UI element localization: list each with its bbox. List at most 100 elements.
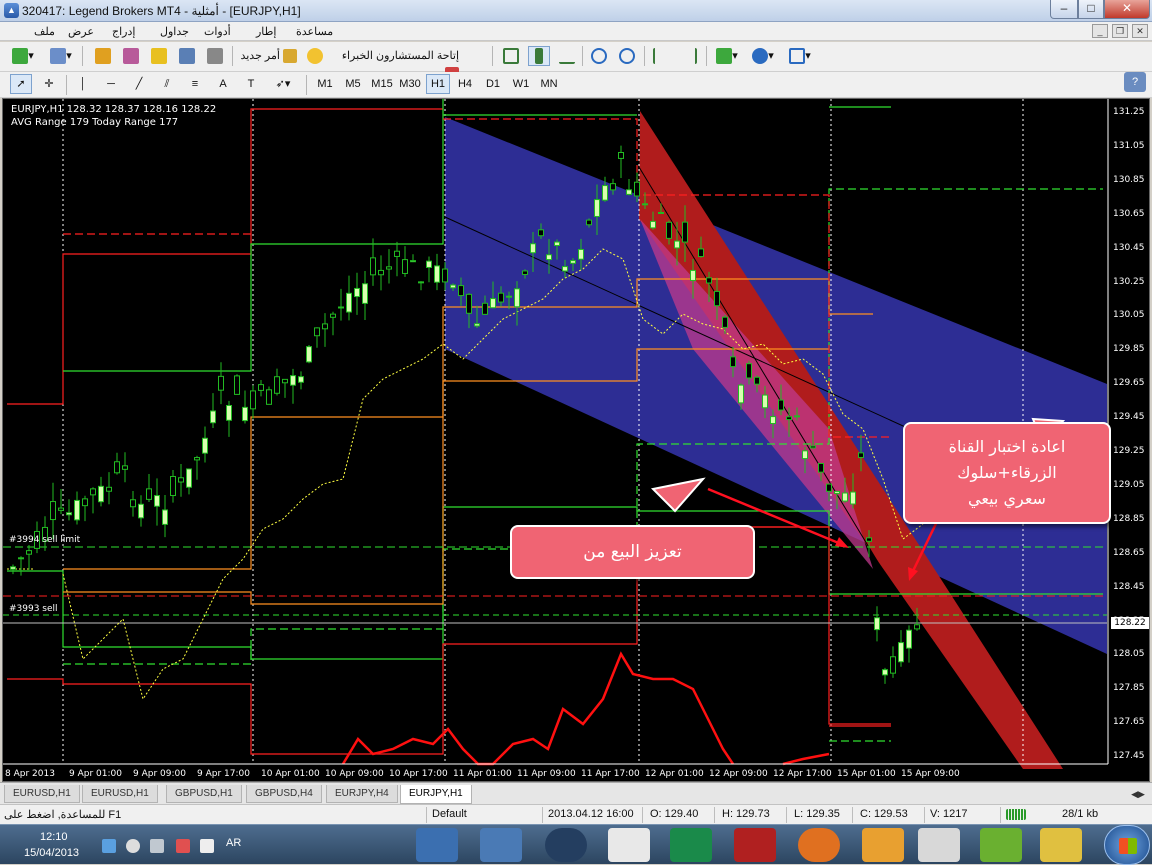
task-book-icon[interactable] <box>416 828 458 862</box>
network-icon[interactable] <box>150 839 164 853</box>
autoscroll-icon <box>653 48 669 65</box>
price-tick: 130.05 <box>1113 310 1145 321</box>
tester-icon <box>207 48 223 65</box>
mdi-close-icon[interactable]: ✕ <box>1132 24 1148 38</box>
chart-shift-button[interactable] <box>678 46 700 66</box>
indicators-button[interactable]: ▾ <box>712 46 742 66</box>
chart-window[interactable]: EURJPY,H1 128.32 128.37 128.16 128.22 AV… <box>2 98 1150 782</box>
trendline-tool[interactable]: ╱ <box>128 74 150 94</box>
mdi-minimize-icon[interactable]: _ <box>1092 24 1108 38</box>
start-button[interactable] <box>1104 825 1150 865</box>
maximize-button[interactable]: □ <box>1078 0 1104 19</box>
crosshair-tool[interactable]: ✛ <box>38 74 60 94</box>
menu-help[interactable]: مساعدة <box>296 25 333 38</box>
task-fx-icon[interactable] <box>670 828 712 862</box>
clock-time[interactable]: 12:10 <box>40 831 68 843</box>
volume-icon[interactable] <box>126 839 140 853</box>
price-tick: 131.05 <box>1113 140 1145 151</box>
new-chart-button[interactable]: ▾ <box>8 46 38 66</box>
tf-d1[interactable]: D1 <box>480 74 506 94</box>
zoom-in-button[interactable] <box>588 46 610 66</box>
task-folder-icon[interactable] <box>1040 828 1082 862</box>
fibonacci-tool[interactable]: ≡ <box>184 74 206 94</box>
tf-m30[interactable]: M30 <box>396 74 424 94</box>
tf-m1[interactable]: M1 <box>312 74 338 94</box>
tab-scroll-icon[interactable]: ◀▶ <box>1128 786 1148 802</box>
app-icon: ▲ <box>4 3 19 18</box>
task-mt4-icon[interactable] <box>734 828 776 862</box>
tray-drive-icon[interactable] <box>102 839 116 853</box>
autoscroll-button[interactable] <box>650 46 672 66</box>
arrows-tool[interactable]: ➶▾ <box>268 74 298 94</box>
time-tick: 15 Apr 09:00 <box>901 769 960 779</box>
price-tick: 129.65 <box>1113 378 1145 389</box>
vertical-line-tool[interactable]: │ <box>72 74 94 94</box>
language-indicator[interactable]: AR <box>226 837 241 849</box>
task-media-icon[interactable] <box>862 828 904 862</box>
text-tool[interactable]: A <box>212 74 234 94</box>
task-firefox-icon[interactable] <box>798 828 840 862</box>
range-info: AVG Range 179 Today Range 177 <box>11 117 179 128</box>
periods-button[interactable]: ▾ <box>748 46 778 66</box>
minimize-button[interactable]: – <box>1050 0 1078 19</box>
time-tick: 9 Apr 17:00 <box>197 769 250 779</box>
tf-m15[interactable]: M15 <box>368 74 396 94</box>
close-button[interactable]: ✕ <box>1104 0 1150 19</box>
tab-chart-3[interactable]: GBPUSD,H1 <box>166 785 242 803</box>
bar-chart-button[interactable] <box>500 46 522 66</box>
task-alpari-icon[interactable] <box>608 828 650 862</box>
cursor-tool[interactable]: ➚ <box>10 74 32 94</box>
tab-chart-2[interactable]: EURUSD,H1 <box>82 785 158 803</box>
expert-advisors-button[interactable]: إتاحة المستشارون الخبراء <box>330 46 460 82</box>
label-tool[interactable]: T <box>240 74 262 94</box>
help-icon[interactable]: ? <box>1124 72 1146 92</box>
price-tick: 127.45 <box>1113 751 1145 762</box>
tf-h1[interactable]: H1 <box>426 74 450 94</box>
task-sound-icon[interactable] <box>980 828 1022 862</box>
tab-chart-4[interactable]: GBPUSD,H4 <box>246 785 322 803</box>
price-tick: 129.45 <box>1113 412 1145 423</box>
task-monitor-icon[interactable] <box>918 828 960 862</box>
task-app-icon[interactable] <box>545 828 587 862</box>
price-tick: 130.25 <box>1113 276 1145 287</box>
time-tick: 8 Apr 2013 <box>5 769 55 779</box>
tab-chart-6[interactable]: EURJPY,H1 <box>400 785 472 804</box>
tester-button[interactable] <box>204 46 226 66</box>
profiles-icon <box>50 48 67 65</box>
tf-m5[interactable]: M5 <box>340 74 366 94</box>
templates-button[interactable]: ▾ <box>784 46 816 66</box>
tab-chart-1[interactable]: EURUSD,H1 <box>4 785 80 803</box>
new-order-button[interactable]: أمر جديد <box>238 46 298 66</box>
channel-tool[interactable]: ⫽ <box>156 74 178 94</box>
zoom-out-button[interactable] <box>616 46 638 66</box>
candle-chart-button[interactable] <box>528 46 550 66</box>
tf-w1[interactable]: W1 <box>508 74 534 94</box>
menu-view[interactable]: عرض <box>68 25 94 38</box>
menu-charts[interactable]: جداول <box>160 25 189 38</box>
task-messenger-icon[interactable] <box>480 828 522 862</box>
clock-date[interactable]: 15/04/2013 <box>24 847 79 859</box>
mdi-restore-icon[interactable]: ❐ <box>1112 24 1128 38</box>
profiles-button[interactable]: ▾ <box>46 46 76 66</box>
status-volume: V: 1217 <box>930 808 968 820</box>
menu-file[interactable]: ملف <box>34 25 55 38</box>
menu-window[interactable]: إطار <box>256 25 276 38</box>
menu-insert[interactable]: إدراج <box>112 25 135 38</box>
tf-h4[interactable]: H4 <box>452 74 478 94</box>
time-tick: 9 Apr 09:00 <box>133 769 186 779</box>
show-hidden-icons[interactable] <box>200 839 214 853</box>
trendline-icon: ╱ <box>135 78 143 90</box>
chart-shift-icon <box>681 48 697 65</box>
market-watch-button[interactable] <box>92 46 114 66</box>
menu-tools[interactable]: أدوات <box>204 25 231 38</box>
tab-chart-5[interactable]: EURJPY,H4 <box>326 785 398 803</box>
data-window-button[interactable] <box>120 46 142 66</box>
terminal-button[interactable] <box>176 46 198 66</box>
navigator-button[interactable] <box>148 46 170 66</box>
horizontal-line-tool[interactable]: ─ <box>100 74 122 94</box>
flag-icon[interactable] <box>176 839 190 853</box>
warning-icon-button[interactable] <box>304 46 326 66</box>
price-tick: 128.45 <box>1113 581 1145 592</box>
line-chart-button[interactable] <box>556 46 578 66</box>
tf-mn[interactable]: MN <box>536 74 562 94</box>
